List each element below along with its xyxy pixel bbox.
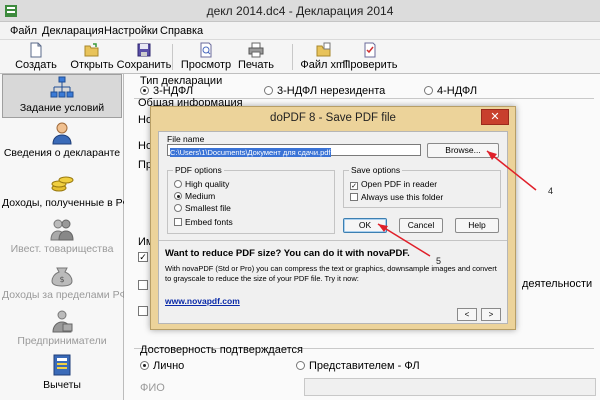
radio-nonres-indicator <box>264 86 273 95</box>
radio-indicator <box>174 204 182 212</box>
novapdf-link[interactable]: www.novapdf.com <box>165 296 240 306</box>
partial-activity-label: деятельности <box>522 278 593 290</box>
help-button[interactable]: Help <box>455 218 499 233</box>
xml-file-icon <box>316 42 331 57</box>
radio-high-quality[interactable]: High quality <box>174 179 229 189</box>
next-button[interactable]: > <box>481 308 501 321</box>
file-path-input[interactable]: C:\Users\1\Documents\Документ для сдачи.… <box>167 144 421 157</box>
nav-declarant-info[interactable]: Сведения о декларанте <box>2 120 122 164</box>
radio-4ndfl-indicator <box>424 86 433 95</box>
checkbox-indicator <box>350 193 358 201</box>
checkbox-open-reader[interactable]: ✓ Open PDF in reader <box>350 179 437 190</box>
partners-icon <box>50 219 74 241</box>
save-button[interactable]: Сохранить <box>116 41 172 73</box>
new-document-icon <box>30 42 42 58</box>
radio-representative[interactable]: Представителем - ФЛ <box>296 360 420 372</box>
pdf-options-group: PDF options High quality Medium Smallest… <box>167 165 335 234</box>
menu-settings[interactable]: Настройки <box>104 25 158 37</box>
nav-deductions[interactable]: Вычеты <box>2 352 122 396</box>
dialog-body: File name C:\Users\1\Documents\Документ … <box>158 131 508 324</box>
promo-text: With novaPDF (Std or Pro) you can compre… <box>165 264 497 283</box>
businessman-icon <box>52 310 73 333</box>
promo-title: Want to reduce PDF size? You can do it w… <box>165 248 410 259</box>
preview-icon <box>200 42 212 58</box>
title-bar: декл 2014.dc4 - Декларация 2014 <box>0 0 600 22</box>
toolbar-separator <box>172 44 173 70</box>
deductions-icon <box>53 354 71 376</box>
hierarchy-icon <box>50 76 74 98</box>
open-folder-icon <box>84 43 99 57</box>
radio-rep-indicator <box>296 361 305 370</box>
radio-smallest-file[interactable]: Smallest file <box>174 203 231 213</box>
radio-indicator <box>174 180 182 188</box>
checkbox-indicator <box>138 280 148 290</box>
fio-input[interactable] <box>304 378 596 396</box>
toolbar-separator <box>292 44 293 70</box>
nav-entrepreneurs[interactable]: Предприниматели <box>2 308 122 352</box>
checkbox-indicator: ✓ <box>138 252 148 262</box>
checkbox-indicator <box>174 218 182 226</box>
step-4-label: 4 <box>548 186 554 196</box>
open-button[interactable]: Открыть <box>64 41 120 73</box>
svg-text:$: $ <box>59 275 64 284</box>
menu-file[interactable]: Файл <box>10 25 37 37</box>
left-navigation: Задание условий Сведения о декларанте До… <box>0 74 130 400</box>
create-button[interactable]: Создать <box>8 41 64 73</box>
radio-4ndfl[interactable]: 4-НДФЛ <box>424 85 477 97</box>
divider <box>159 240 507 241</box>
step-5-label: 5 <box>436 256 442 266</box>
menu-bar: Файл Декларация Настройки Справка <box>0 22 600 40</box>
window-title: декл 2014.dc4 - Декларация 2014 <box>206 4 394 18</box>
radio-personal-indicator <box>140 361 149 370</box>
prev-button[interactable]: < <box>457 308 477 321</box>
menu-declaration[interactable]: Декларация <box>42 25 104 37</box>
file-name-label: File name <box>167 134 205 144</box>
checklist-icon <box>364 42 376 58</box>
money-bag-icon: $ <box>51 267 73 287</box>
dialog-title: doPDF 8 - Save PDF file <box>270 112 396 124</box>
radio-3ndfl-indicator <box>140 86 149 95</box>
coins-icon <box>51 176 74 192</box>
browse-button[interactable]: Browse... <box>427 143 499 158</box>
radio-3ndfl-nonres[interactable]: 3-НДФЛ нерезидента <box>264 85 385 97</box>
checkbox-embed-fonts[interactable]: Embed fonts <box>174 217 233 227</box>
checkbox-always-folder[interactable]: Always use this folder <box>350 192 443 202</box>
save-options-group: Save options ✓ Open PDF in reader Always … <box>343 165 501 208</box>
cancel-button[interactable]: Cancel <box>399 218 443 233</box>
save-pdf-dialog: doPDF 8 - Save PDF file ✕ File name C:\U… <box>150 106 516 330</box>
toolbar: Создать Открыть Сохранить Просмотр Печат… <box>0 40 600 74</box>
floppy-disk-icon <box>137 43 151 57</box>
checkbox-indicator <box>138 306 148 316</box>
radio-3ndfl[interactable]: 3-НДФЛ <box>140 85 193 97</box>
person-icon <box>52 122 72 145</box>
preview-button[interactable]: Просмотр <box>178 41 234 73</box>
nav-income-rf[interactable]: Доходы, полученные в РФ <box>2 170 130 214</box>
ok-button[interactable]: OK <box>343 218 387 233</box>
nav-investment[interactable]: Ивест. товарищества <box>2 216 122 260</box>
fio-label: ФИО <box>140 382 165 394</box>
check-button[interactable]: Проверить <box>342 41 398 73</box>
nav-foreign-income[interactable]: $ Доходы за пределами РФ <box>2 262 127 306</box>
close-button[interactable]: ✕ <box>481 109 509 125</box>
radio-medium[interactable]: Medium <box>174 191 215 201</box>
printer-icon <box>248 42 264 58</box>
menu-help[interactable]: Справка <box>160 25 203 37</box>
checkbox-indicator: ✓ <box>350 182 358 190</box>
radio-personal[interactable]: Лично <box>140 360 184 372</box>
radio-indicator <box>174 192 182 200</box>
confirm-label: Достоверность подтверждается <box>140 344 303 356</box>
nav-conditions[interactable]: Задание условий <box>2 74 122 118</box>
print-button[interactable]: Печать <box>228 41 284 73</box>
